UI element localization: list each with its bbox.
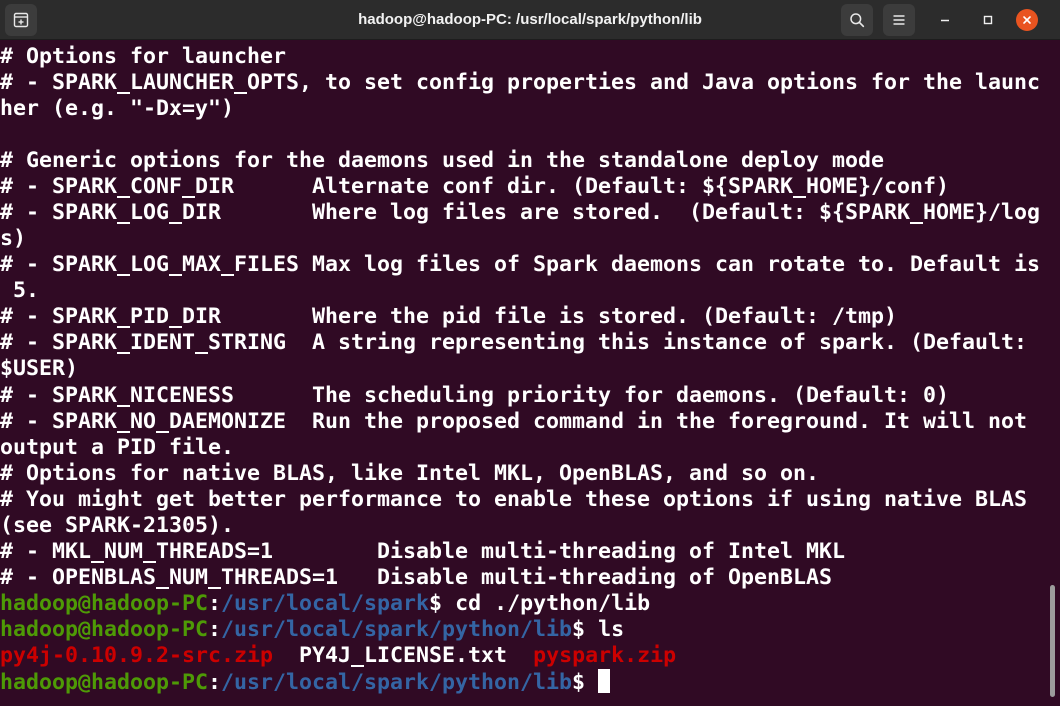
output-line: output a PID file. <box>0 435 235 460</box>
prompt-separator: : <box>208 591 222 616</box>
scrollbar-track[interactable] <box>1045 40 1060 706</box>
command-text: cd ./python/lib <box>455 591 651 616</box>
output-line: # - SPARK_IDENT_STRING A string represen… <box>0 330 1028 355</box>
prompt-separator: : <box>208 670 222 695</box>
hamburger-menu-icon <box>893 15 905 25</box>
output-line: # - SPARK_NO_DAEMONIZE Run the proposed … <box>0 409 1028 434</box>
command-text: ls <box>598 617 625 642</box>
file-entry-txt: PY4J_LICENSE.txt <box>299 643 508 668</box>
minimize-button[interactable] <box>933 8 957 32</box>
prompt-line: hadoop@hadoop-PC:/usr/local/spark$ cd ./… <box>0 591 650 617</box>
output-line: # - SPARK_LOG_DIR Where log files are st… <box>0 200 1041 225</box>
minimize-icon <box>941 19 949 22</box>
prompt-symbol: $ <box>572 617 599 642</box>
prompt-user: hadoop@hadoop-PC <box>0 670 209 695</box>
title-bar[interactable]: hadoop@hadoop-PC: /usr/local/spark/pytho… <box>0 0 1060 40</box>
prompt-user: hadoop@hadoop-PC <box>0 617 209 642</box>
output-line: # Generic options for the daemons used i… <box>0 148 885 173</box>
file-gap <box>507 643 533 668</box>
prompt-symbol: $ <box>572 670 599 695</box>
output-line: s) <box>0 226 27 251</box>
output-line: # - SPARK_LOG_MAX_FILES Max log files of… <box>0 252 1041 277</box>
file-entry-zip: py4j-0.10.9.2-src.zip <box>0 643 274 668</box>
menu-button[interactable] <box>883 4 915 36</box>
output-line: 5. <box>0 278 40 303</box>
output-line: # Options for native BLAS, like Intel MK… <box>0 461 820 486</box>
output-line: # - SPARK_LAUNCHER_OPTS, to set config p… <box>0 70 1041 95</box>
prompt-symbol: $ <box>429 591 456 616</box>
output-line: $USER) <box>0 356 79 381</box>
output-line: # - SPARK_PID_DIR Where the pid file is … <box>0 304 898 329</box>
window-title: hadoop@hadoop-PC: /usr/local/spark/pytho… <box>358 11 702 28</box>
prompt-separator: : <box>208 617 222 642</box>
terminal-window: hadoop@hadoop-PC: /usr/local/spark/pytho… <box>0 0 1060 706</box>
close-button[interactable] <box>1016 9 1038 31</box>
maximize-button[interactable] <box>976 8 1000 32</box>
new-tab-icon <box>13 12 29 28</box>
new-tab-button[interactable] <box>5 4 37 36</box>
output-line: her (e.g. "-Dx=y") <box>0 96 235 121</box>
output-line: (see SPARK-21305). <box>0 513 235 538</box>
current-prompt-line[interactable]: hadoop@hadoop-PC:/usr/local/spark/python… <box>0 669 611 695</box>
prompt-path: /usr/local/spark/python/lib <box>221 617 573 642</box>
output-line: # - SPARK_CONF_DIR Alternate conf dir. (… <box>0 174 950 199</box>
text-cursor[interactable] <box>598 669 611 693</box>
file-entry-zip: pyspark.zip <box>533 643 677 668</box>
output-line: # - MKL_NUM_THREADS=1 Disable multi-thre… <box>0 539 846 564</box>
close-icon <box>1023 16 1031 24</box>
prompt-line: hadoop@hadoop-PC:/usr/local/spark/python… <box>0 617 624 643</box>
prompt-path: /usr/local/spark/python/lib <box>221 670 573 695</box>
search-icon <box>850 13 865 28</box>
output-line: # Options for launcher <box>0 44 287 69</box>
output-line: # - OPENBLAS_NUM_THREADS=1 Disable multi… <box>0 565 833 590</box>
output-line: # You might get better performance to en… <box>0 487 1028 512</box>
prompt-user: hadoop@hadoop-PC <box>0 591 209 616</box>
search-button[interactable] <box>841 4 873 36</box>
maximize-icon <box>983 15 993 25</box>
ls-output-line: py4j-0.10.9.2-src.zip PY4J_LICENSE.txt p… <box>0 643 676 669</box>
output-line: # - SPARK_NICENESS The scheduling priori… <box>0 383 950 408</box>
scrollbar-thumb[interactable] <box>1050 585 1055 697</box>
prompt-path: /usr/local/spark <box>221 591 430 616</box>
file-gap <box>273 643 299 668</box>
terminal-output[interactable]: # Options for launcher # - SPARK_LAUNCHE… <box>0 40 1045 706</box>
